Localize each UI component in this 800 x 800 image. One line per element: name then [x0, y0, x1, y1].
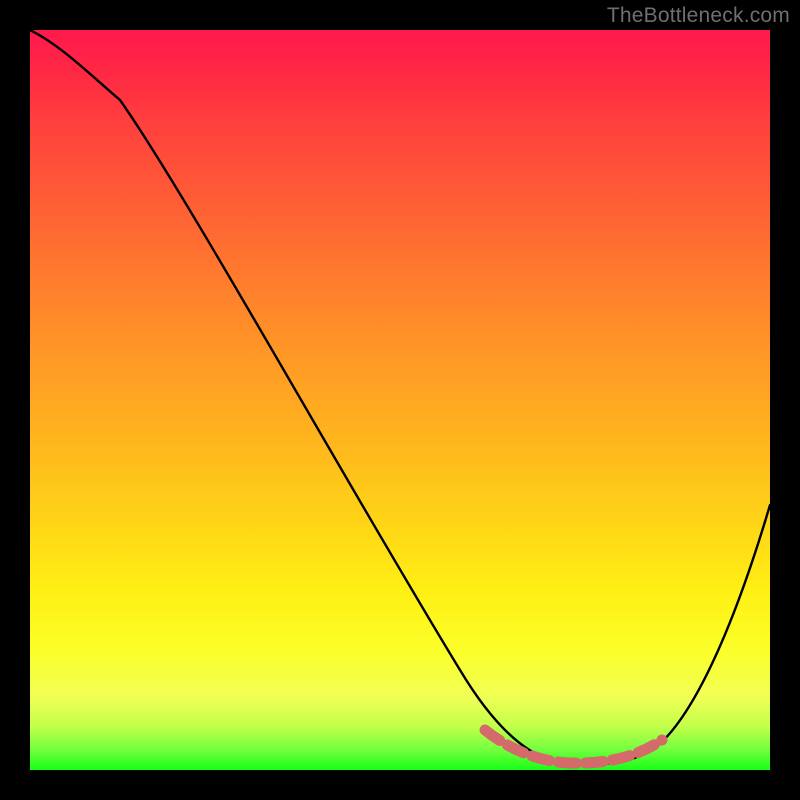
watermark-text: TheBottleneck.com: [607, 4, 790, 28]
bottleneck-curve: [30, 30, 770, 764]
curve-layer: [30, 30, 770, 770]
chart-frame: TheBottleneck.com: [0, 0, 800, 800]
gradient-plot-area: [30, 30, 770, 770]
